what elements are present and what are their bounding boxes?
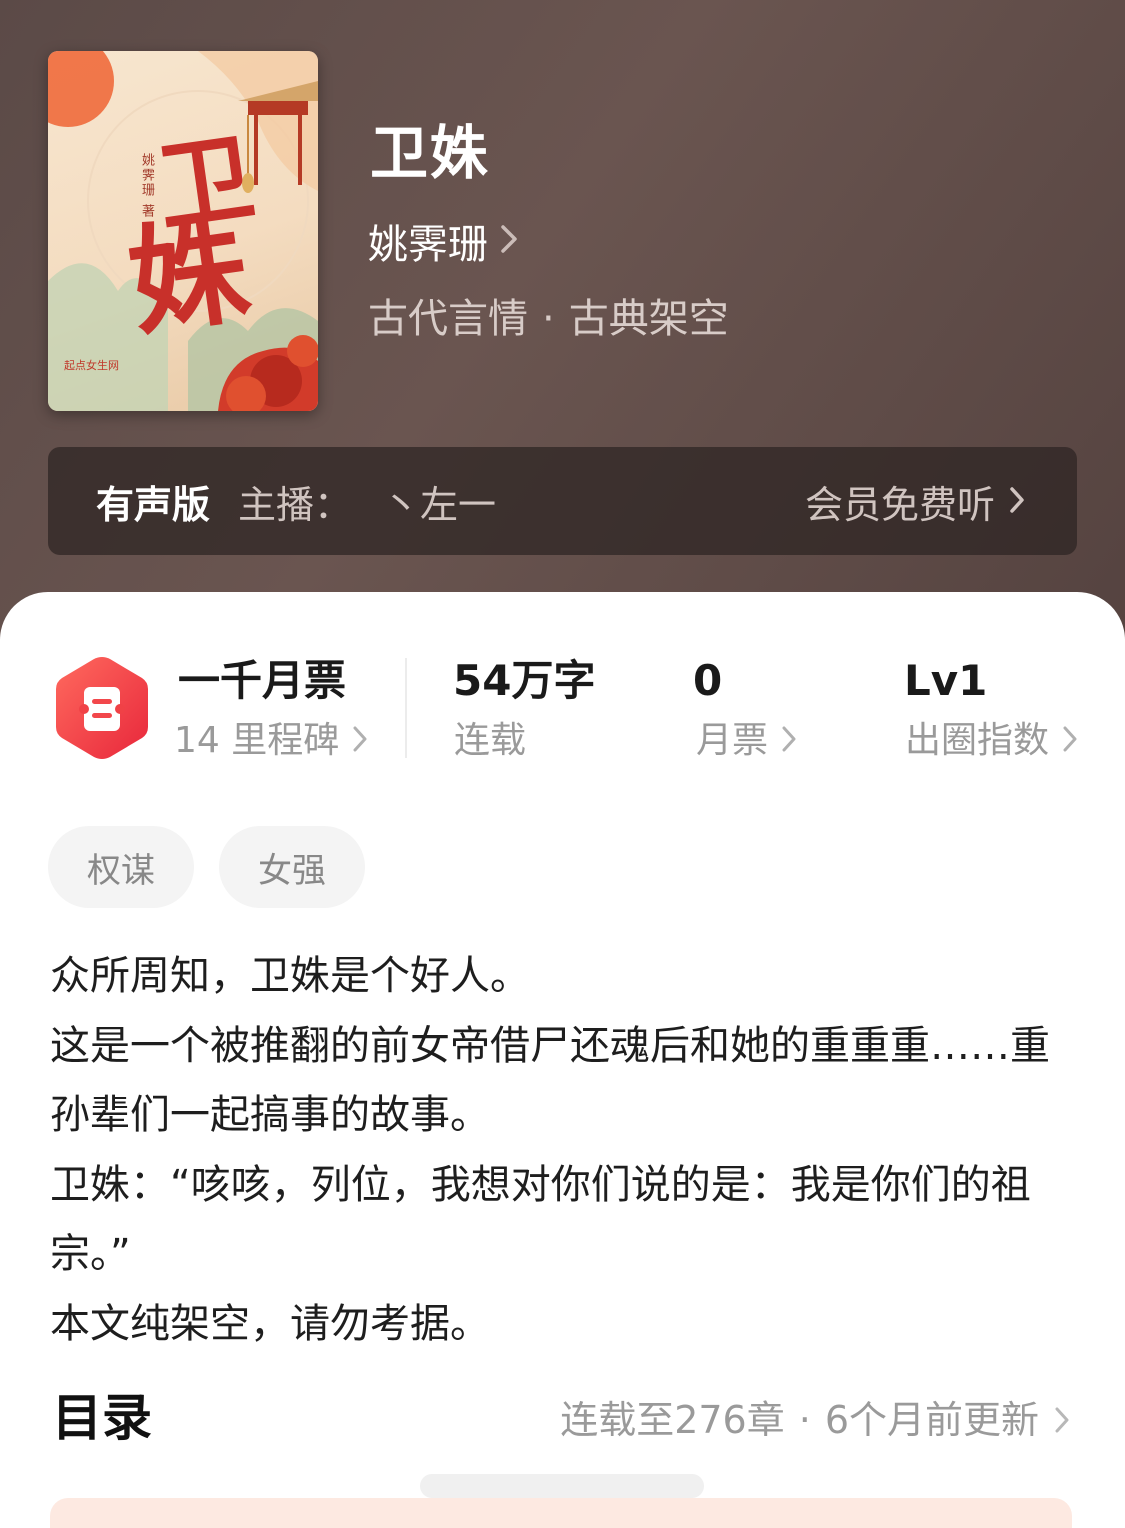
toc-updated: 6个月前更新 [824, 1398, 1039, 1442]
audio-version-label: 有声版 [96, 482, 211, 527]
serialization-status: 连载 [454, 720, 527, 761]
scroll-hint [420, 1474, 704, 1498]
synopsis-paragraph: 卫姝：“咳咳，列位，我想对你们说的是：我是你们的祖宗。” [50, 1161, 1031, 1278]
genre-line: 古代言情 · 古典架空 [368, 292, 729, 346]
milestone-sub: 14 里程碑 [174, 720, 340, 761]
tag-chip[interactable]: 权谋 [48, 826, 194, 908]
monthly-ticket-badge-icon[interactable] [54, 655, 150, 761]
tag-chip[interactable]: 女强 [219, 826, 365, 908]
milestone-title: 一千月票 [178, 656, 347, 705]
monthly-votes-label: 月票 [696, 720, 769, 761]
author-name: 姚霁珊 [368, 222, 488, 268]
author-link[interactable]: 姚霁珊 [368, 214, 518, 268]
separator-dot: · [798, 1398, 811, 1442]
audio-host-label: 主播： [238, 482, 353, 527]
cover-author: 姚霁珊 著 [139, 153, 154, 220]
subgenre-label[interactable]: 古典架空 [569, 296, 729, 342]
chevron-right-icon [353, 718, 367, 764]
milestone-link[interactable]: 14 里程碑 [174, 718, 367, 764]
word-count: 54万字 [453, 656, 595, 706]
cover-title-char: 姝 [121, 198, 258, 353]
cover-title: 卫 姝 [121, 120, 261, 353]
word-count-unit: 万字 [511, 656, 596, 705]
toc-title: 目录 [52, 1389, 152, 1447]
toc-status: 连载至276章 [560, 1398, 785, 1442]
book-title: 卫姝 [370, 119, 491, 187]
chevron-right-icon [1055, 1392, 1069, 1448]
book-synopsis[interactable]: 众所周知，卫姝是个好人。 这是一个被推翻的前女帝借尸还魂后和她的重重重……重孙辈… [50, 942, 1050, 1359]
toc-link[interactable]: 连载至276章 · 6个月前更新 [560, 1392, 1069, 1448]
word-count-value: 54 [453, 656, 512, 705]
reach-index-label: 出圈指数 [905, 720, 1050, 761]
member-free-listen-button[interactable]: 会员免费听 [805, 474, 1025, 529]
monthly-votes-link[interactable]: 月票 [696, 718, 796, 764]
separator-dot: · [542, 296, 555, 342]
synopsis-paragraph: 本文纯架空，请勿考据。 [50, 1300, 490, 1347]
chevron-right-icon [1009, 479, 1025, 523]
book-cover[interactable]: 卫 姝 姚霁珊 著 起点女生网 [48, 51, 318, 411]
genre-label[interactable]: 古代言情 [368, 296, 528, 342]
cover-publisher: 起点女生网 [64, 359, 119, 372]
synopsis-paragraph: 众所周知，卫姝是个好人。 [50, 953, 530, 999]
synopsis-paragraph: 这是一个被推翻的前女帝借尸还魂后和她的重重重……重孙辈们一起搞事的故事。 [50, 1022, 1050, 1139]
reach-index-value: Lv1 [904, 656, 988, 705]
chevron-right-icon [1063, 718, 1077, 764]
stats-divider [405, 658, 407, 758]
audio-host-name: 丶左一 [382, 482, 497, 527]
chevron-right-icon [782, 718, 796, 764]
chapter-card-edge[interactable] [50, 1498, 1072, 1528]
member-free-listen-label: 会员免费听 [804, 482, 995, 527]
monthly-votes-value: 0 [693, 656, 723, 705]
audio-version-bar[interactable]: 有声版 主播： 丶左一 会员免费听 [48, 447, 1077, 555]
chevron-right-icon [500, 218, 518, 264]
reach-index-link[interactable]: 出圈指数 [905, 718, 1077, 764]
